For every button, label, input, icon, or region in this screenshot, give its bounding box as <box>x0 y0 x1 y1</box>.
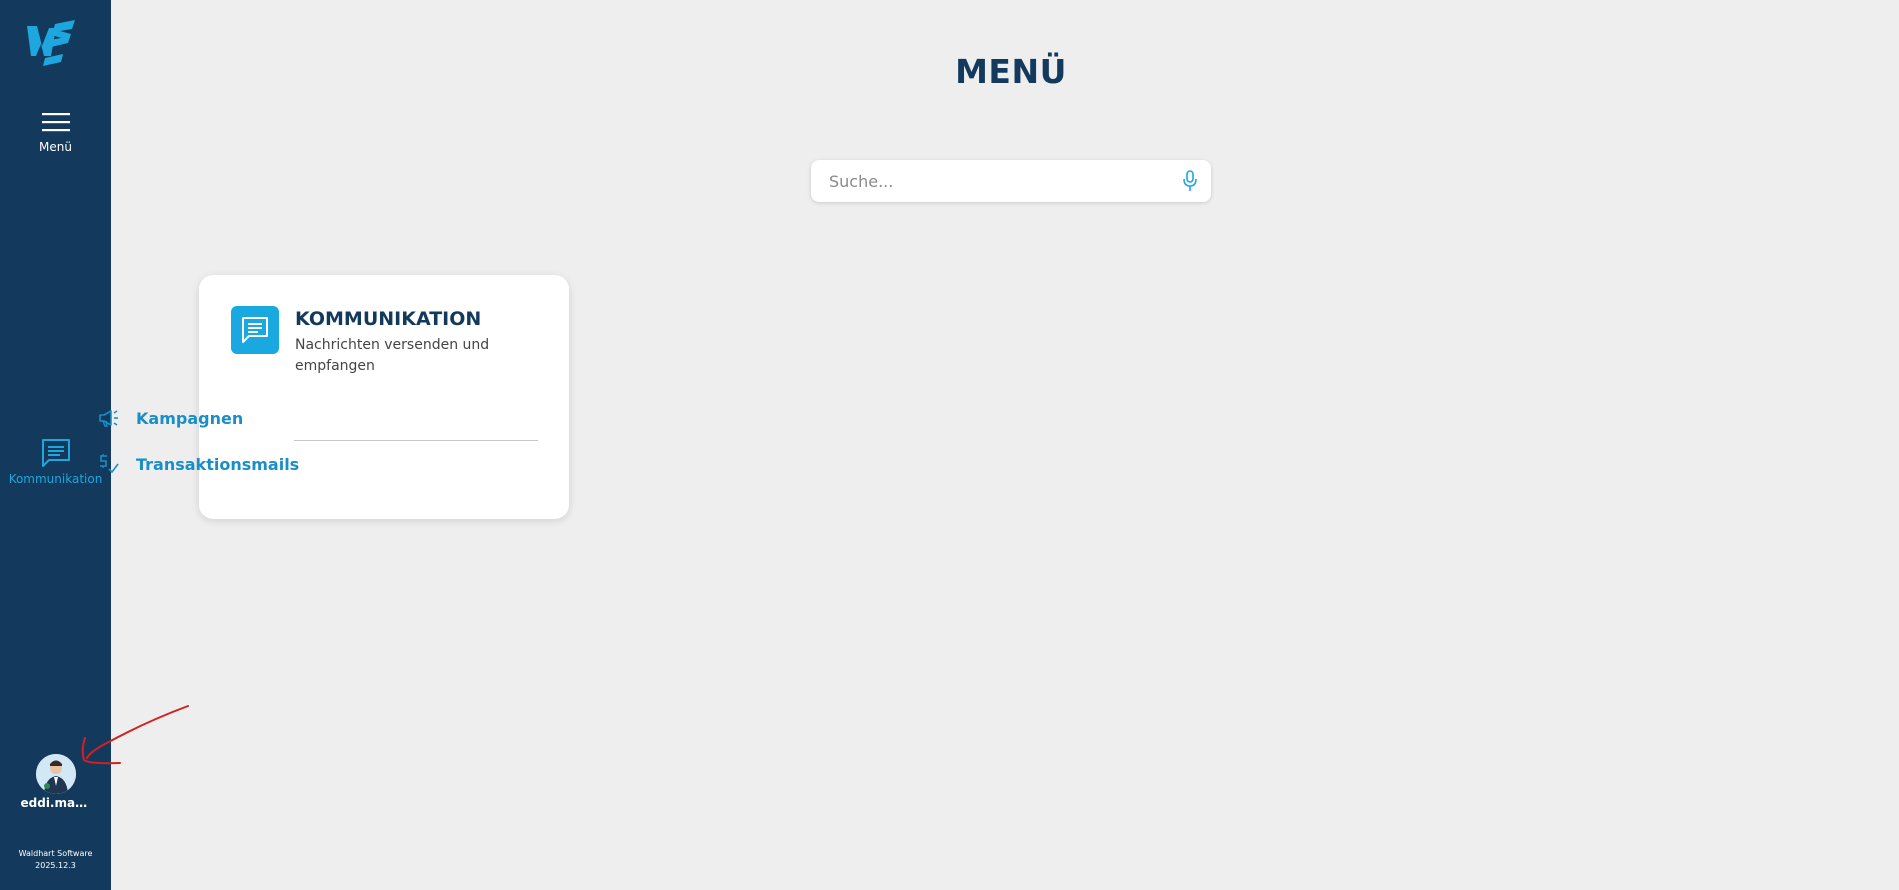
version-info: Waldhart Software 2025.12.3 <box>0 848 111 872</box>
sidebar-item-label: Kommunikation <box>8 472 103 486</box>
kampagnen-link[interactable]: Kampagnen <box>96 400 338 436</box>
card-subtitle: Nachrichten versenden und empfangen <box>295 337 490 374</box>
user-name: eddi.mail... <box>20 796 91 810</box>
kommunikation-card: KOMMUNIKATION Nachrichten versenden und … <box>199 275 569 519</box>
ws-logo-icon[interactable] <box>25 18 77 68</box>
page-title: MENÜ <box>955 52 1067 91</box>
hamburger-icon <box>41 113 70 132</box>
megaphone-icon <box>99 410 118 427</box>
card-title: KOMMUNIKATION <box>295 308 482 330</box>
link-label: Kampagnen <box>136 408 244 428</box>
chat-icon <box>231 306 279 354</box>
microphone-icon[interactable] <box>1181 170 1199 192</box>
search-bar <box>811 160 1211 202</box>
avatar <box>35 754 76 794</box>
menu-button[interactable]: Menü <box>0 112 111 168</box>
chat-icon <box>41 439 70 467</box>
annotation-arrow-icon <box>81 705 189 765</box>
company-name: Waldhart Software <box>18 849 93 858</box>
search-input[interactable] <box>827 170 1181 192</box>
transaction-check-icon <box>100 454 119 474</box>
version-number: 2025.12.3 <box>35 861 76 870</box>
divider <box>294 440 538 441</box>
sidebar-item-kommunikation[interactable]: Kommunikation <box>0 437 111 493</box>
link-label: Transaktionsmails <box>136 454 300 474</box>
menu-label: Menü <box>39 140 72 154</box>
transaktionsmails-link[interactable]: Transaktionsmails <box>96 446 338 482</box>
